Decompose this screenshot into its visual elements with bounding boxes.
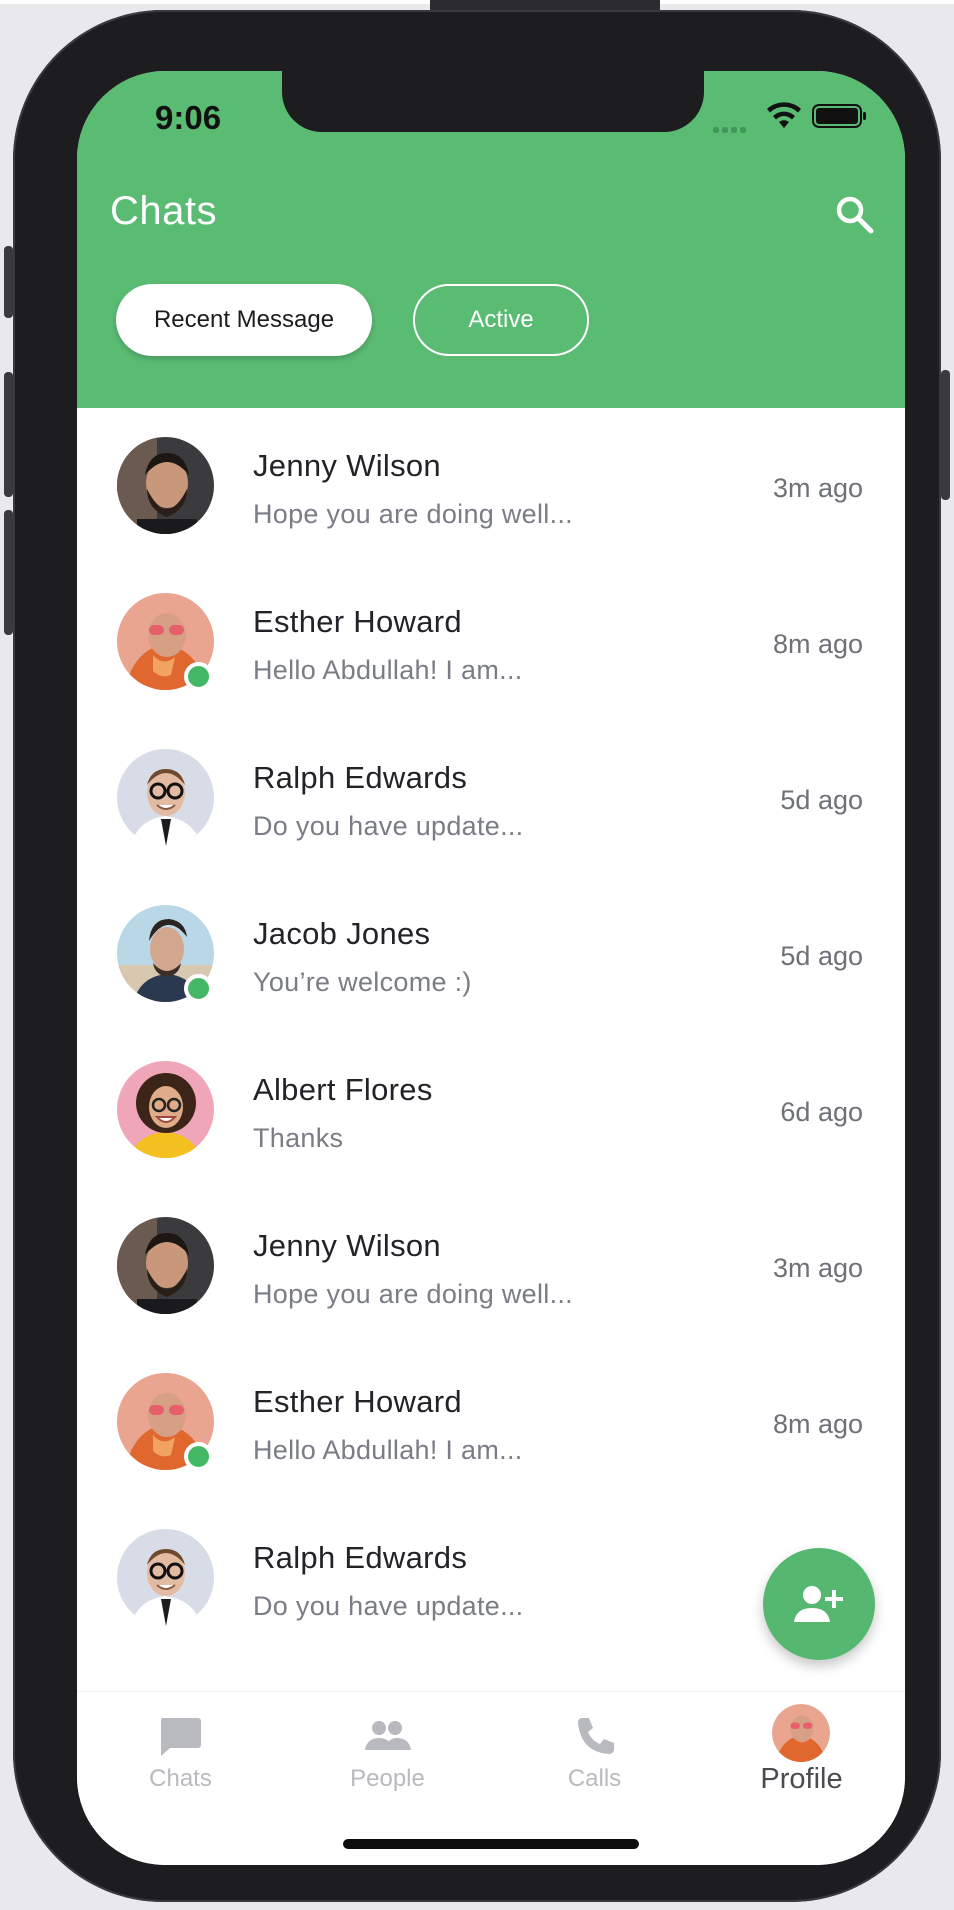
chat-time: 6d ago xyxy=(780,1097,863,1127)
chat-icon xyxy=(160,1718,201,1756)
nav-people[interactable]: People xyxy=(284,1692,491,1802)
avatar-glasses-man xyxy=(117,749,214,846)
nav-label: Profile xyxy=(760,1763,843,1795)
volume-up-button xyxy=(4,372,13,497)
desktop-background-dark xyxy=(430,0,660,10)
notch xyxy=(282,71,704,132)
chat-time: 5d ago xyxy=(780,941,863,971)
chat-row[interactable]: Esther Howard Hello Abdullah! I am... 8m… xyxy=(77,1344,905,1500)
chat-name: Jacob Jones xyxy=(253,916,431,951)
nav-label: People xyxy=(350,1765,425,1792)
home-indicator[interactable] xyxy=(343,1839,639,1849)
online-indicator xyxy=(184,1442,213,1471)
add-contact-button[interactable] xyxy=(763,1548,875,1660)
nav-label: Chats xyxy=(149,1765,212,1792)
chat-time: 3m ago xyxy=(772,473,863,503)
phone-icon xyxy=(578,1718,614,1754)
profile-avatar xyxy=(772,1704,830,1762)
chat-preview: Do you have update... xyxy=(253,1591,524,1621)
chat-preview: Do you have update... xyxy=(253,811,524,841)
avatar-curly-woman xyxy=(117,1061,214,1158)
status-time: 9:06 xyxy=(155,99,222,136)
chat-name: Albert Flores xyxy=(253,1072,433,1107)
chat-preview: You’re welcome :) xyxy=(253,967,472,997)
chat-preview: Hello Abdullah! I am... xyxy=(253,655,523,685)
chat-row[interactable]: Ralph Edwards Do you have update... 5d a… xyxy=(77,720,905,876)
chat-name: Ralph Edwards xyxy=(253,1540,468,1575)
chat-preview: Thanks xyxy=(253,1123,344,1153)
chat-name: Esther Howard xyxy=(253,1384,462,1419)
power-button xyxy=(941,370,950,500)
person-add-icon xyxy=(794,1586,843,1622)
chat-row[interactable]: Jacob Jones You’re welcome :) 5d ago xyxy=(77,876,905,1032)
chat-time: 5d ago xyxy=(780,785,863,815)
chat-name: Esther Howard xyxy=(253,604,462,639)
search-icon[interactable] xyxy=(833,193,877,237)
nav-calls[interactable]: Calls xyxy=(491,1692,698,1802)
chat-preview: Hello Abdullah! I am... xyxy=(253,1435,523,1465)
cellular-signal-icon xyxy=(713,118,753,133)
chat-name: Jenny Wilson xyxy=(253,448,441,483)
page-title: Chats xyxy=(110,189,217,233)
avatar-bearded-man xyxy=(117,1217,214,1314)
volume-down-button xyxy=(4,510,13,635)
header: 9:06 Chats Recent Message Active xyxy=(77,71,905,408)
chat-time: 8m ago xyxy=(772,629,863,659)
avatar-glasses-man xyxy=(117,1529,214,1626)
avatar-bearded-man xyxy=(117,437,214,534)
nav-label: Calls xyxy=(567,1765,622,1792)
wifi-icon xyxy=(767,102,801,128)
chat-row[interactable]: Jenny Wilson Hope you are doing well... … xyxy=(77,408,905,564)
chat-name: Jenny Wilson xyxy=(253,1228,441,1263)
filter-active[interactable]: Active xyxy=(413,284,589,356)
chat-preview: Hope you are doing well... xyxy=(253,1279,573,1309)
chat-time: 3m ago xyxy=(772,1253,863,1283)
nav-profile[interactable]: Profile xyxy=(698,1692,905,1802)
silent-switch xyxy=(4,246,13,318)
chat-row[interactable]: Esther Howard Hello Abdullah! I am... 8m… xyxy=(77,564,905,720)
chat-preview: Hope you are doing well... xyxy=(253,499,573,529)
nav-chats[interactable]: Chats xyxy=(77,1692,284,1802)
battery-icon xyxy=(812,104,866,128)
chat-row[interactable]: Jenny Wilson Hope you are doing well... … xyxy=(77,1188,905,1344)
online-indicator xyxy=(184,974,213,1003)
chat-row[interactable]: Albert Flores Thanks 6d ago xyxy=(77,1032,905,1188)
filter-recent-message[interactable]: Recent Message xyxy=(116,284,372,356)
chat-name: Ralph Edwards xyxy=(253,760,468,795)
phone-frame: 9:06 Chats Recent Message Active Jenny W… xyxy=(4,10,950,1902)
chat-time: 8m ago xyxy=(772,1409,863,1439)
online-indicator xyxy=(184,662,213,691)
app-screen: 9:06 Chats Recent Message Active Jenny W… xyxy=(77,71,905,1865)
people-icon xyxy=(365,1721,411,1750)
